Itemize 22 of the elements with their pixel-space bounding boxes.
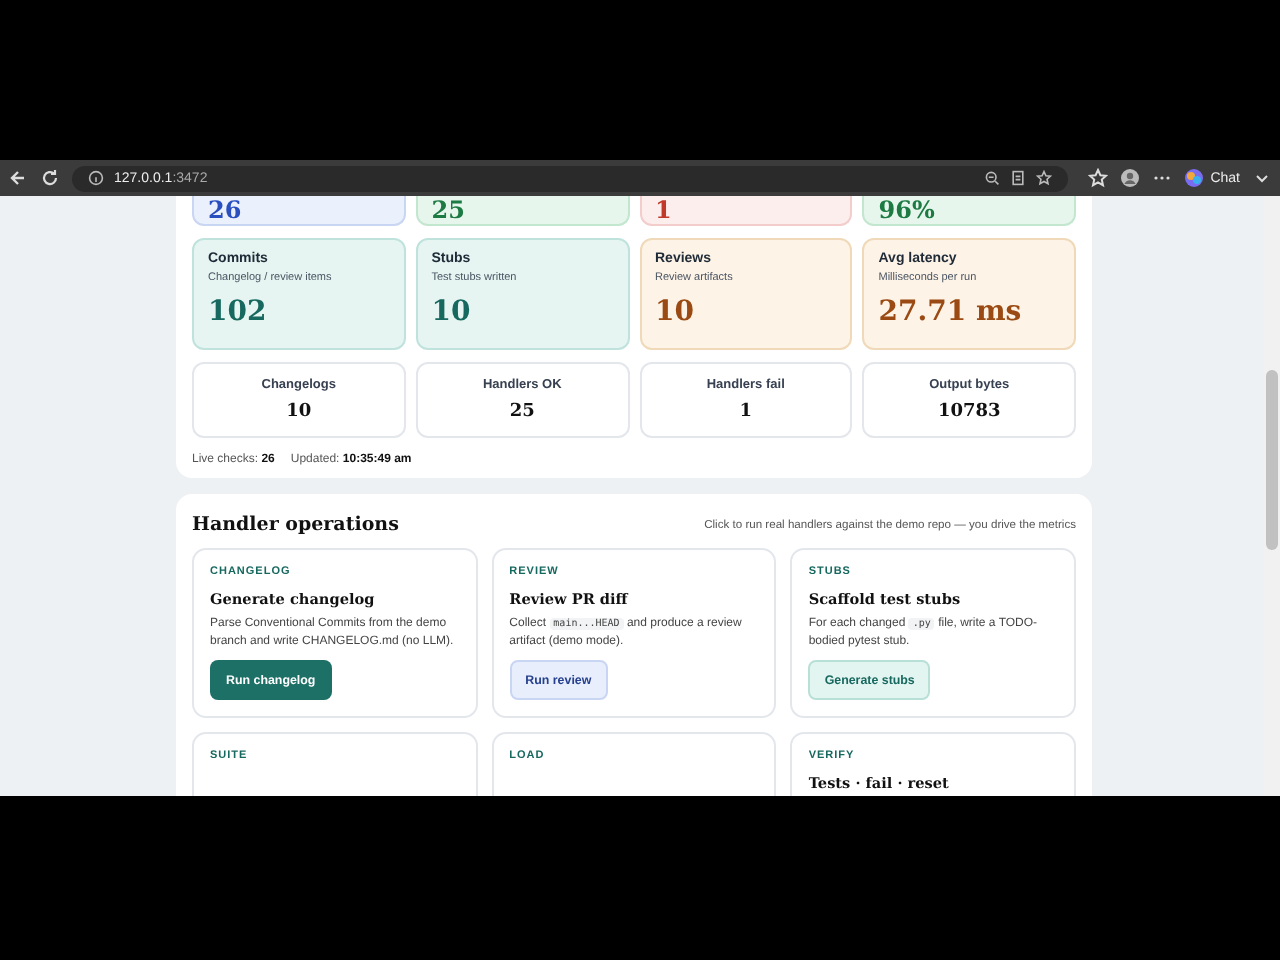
counter-value: 1 [739,402,752,422]
stat-value: 96% [878,198,935,224]
section-title: Handler operations [192,514,399,536]
metric-value: 10 [655,296,696,328]
metric-value: 27.71 ms [878,296,1024,328]
back-icon[interactable] [8,168,28,188]
copilot-icon [1184,168,1205,188]
reload-icon[interactable] [40,168,60,188]
stat-value: 26 [208,198,242,224]
profile-icon[interactable] [1120,168,1141,188]
reader-icon[interactable] [1010,170,1027,186]
star-icon[interactable] [1036,170,1053,186]
metric-value: 102 [208,296,269,328]
info-icon[interactable] [88,170,104,186]
counter-value: 10 [286,402,312,422]
favorites-icon[interactable] [1088,168,1109,188]
zoom-icon[interactable] [984,170,1001,186]
counter-value: 25 [509,402,535,422]
metric-value: 10 [431,296,473,328]
counter-value: 10783 [937,402,1001,422]
stat-value: 25 [431,198,465,224]
stat-value: 1 [655,198,672,224]
